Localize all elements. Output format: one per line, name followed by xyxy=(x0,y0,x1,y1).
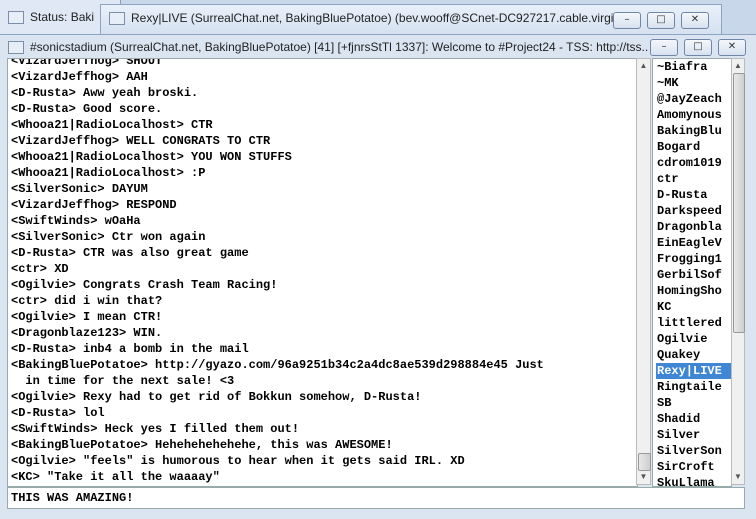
nick-list-items: ~Biafra ~MK @JayZeach Amomynous BakingBlu Bog… xyxy=(656,59,731,486)
nick-list-item[interactable]: Dragonbla xyxy=(656,219,731,235)
status-window-title: Status: Baki xyxy=(30,10,95,24)
chat-line: <VizardJeffhog> SHOUT xyxy=(11,58,163,68)
nick-list-item[interactable]: littlered xyxy=(656,315,731,331)
scroll-down-icon[interactable]: ▼ xyxy=(637,470,650,484)
nick-list-item[interactable]: ~MK xyxy=(656,75,731,91)
chat-scrollbar[interactable]: ▲ ▼ xyxy=(636,58,651,485)
chat-line: <SwiftWinds> wOaHa xyxy=(11,214,141,228)
nick-list-item[interactable]: BakingBlu xyxy=(656,123,731,139)
nick-list-item[interactable]: SilverSon xyxy=(656,443,731,459)
chat-line: <VizardJeffhog> WELL CONGRATS TO CTR xyxy=(11,134,271,148)
nick-list-item[interactable]: Ogilvie xyxy=(656,331,731,347)
nick-list-item[interactable]: EinEagleV xyxy=(656,235,731,251)
chat-line: <KC> "Take it all the waaaay" xyxy=(11,470,220,484)
nick-list-item[interactable]: HomingSho xyxy=(656,283,731,299)
maximize-button[interactable]: □ xyxy=(684,39,712,56)
nick-list-item[interactable]: Bogard xyxy=(656,139,731,155)
query-window[interactable]: Rexy|LIVE (SurrealChat.net, BakingBluePo… xyxy=(100,4,722,35)
chat-line: <D-Rusta> Good score. xyxy=(11,102,163,116)
chat-line: <BakingBluePotatoe> http://gyazo.com/96a… xyxy=(11,358,544,388)
scroll-up-icon[interactable]: ▲ xyxy=(637,59,650,73)
window-icon xyxy=(109,12,125,26)
nick-list-scrollbar[interactable]: ▲ ▼ xyxy=(731,58,745,485)
nick-list-item[interactable]: Shadid xyxy=(656,411,731,427)
chat-line: <Dragonblaze123> WIN. xyxy=(11,326,163,340)
nick-list-item[interactable]: SkuLlama xyxy=(656,475,731,486)
chat-line: <SilverSonic> Ctr won again xyxy=(11,230,206,244)
maximize-button[interactable]: □ xyxy=(647,12,675,29)
chat-line: <SilverSonic> DAYUM xyxy=(11,182,148,196)
chat-line: <BakingBluePotatoe> Hehehehehehehe, this… xyxy=(11,438,393,452)
chat-line: <Ogilvie> Congrats Crash Team Racing! xyxy=(11,278,278,292)
nick-list[interactable]: ~Biafra ~MK @JayZeach Amomynous BakingBlu Bog… xyxy=(652,58,732,487)
close-button[interactable]: ✕ xyxy=(718,39,746,56)
window-icon xyxy=(8,41,24,55)
nick-list-item[interactable]: GerbilSof xyxy=(656,267,731,283)
nick-list-item[interactable]: Amomynous xyxy=(656,107,731,123)
scroll-up-icon[interactable]: ▲ xyxy=(732,59,744,73)
nick-list-item[interactable]: Frogging1 xyxy=(656,251,731,267)
query-window-title: Rexy|LIVE (SurrealChat.net, BakingBluePo… xyxy=(131,11,631,25)
chat-line: <Whooa21|RadioLocalhost> YOU WON STUFFS xyxy=(11,150,292,164)
nick-list-item[interactable]: ~Biafra xyxy=(656,59,731,75)
chat-line: <ctr> XD xyxy=(11,262,69,276)
minimize-button[interactable]: – xyxy=(650,39,678,56)
nick-list-item[interactable]: KC xyxy=(656,299,731,315)
chat-lines: <VizardJeffhog> SHOUT <VizardJeffhog> AAH… xyxy=(11,58,631,485)
nick-list-item[interactable]: cdrom1019 xyxy=(656,155,731,171)
nick-list-item[interactable]: SB xyxy=(656,395,731,411)
chat-line: <Whooa21|RadioLocalhost> CTR xyxy=(11,118,213,132)
chat-line: <Ogilvie> "feels" is humorous to hear wh… xyxy=(11,454,465,468)
channel-window-title: #sonicstadium (SurrealChat.net, BakingBl… xyxy=(30,40,648,54)
nick-list-item[interactable]: Rexy|LIVE xyxy=(656,363,731,379)
scroll-thumb[interactable] xyxy=(733,73,745,333)
close-button[interactable]: ✕ xyxy=(681,12,709,29)
nick-list-item[interactable]: Ringtaile xyxy=(656,379,731,395)
chat-line: <SwiftWinds> Heck yes I filled them out! xyxy=(11,422,300,436)
nick-list-item[interactable]: @JayZeach xyxy=(656,91,731,107)
scroll-down-icon[interactable]: ▼ xyxy=(732,470,744,484)
nick-list-item[interactable]: Quakey xyxy=(656,347,731,363)
chat-line: <Ogilvie> Rexy had to get rid of Bokkun … xyxy=(11,390,422,404)
chat-line: <D-Rusta> Aww yeah broski. xyxy=(11,86,199,100)
chat-line: <VizardJeffhog> AAH xyxy=(11,70,148,84)
window-icon xyxy=(8,11,24,25)
nick-list-item[interactable]: D-Rusta xyxy=(656,187,731,203)
nick-list-item[interactable]: Silver xyxy=(656,427,731,443)
nick-list-item[interactable]: ctr xyxy=(656,171,731,187)
chat-line: <D-Rusta> lol xyxy=(11,406,105,420)
message-input[interactable]: THIS WAS AMAZING! xyxy=(7,487,745,509)
chat-log[interactable]: <VizardJeffhog> SHOUT <VizardJeffhog> AAH… xyxy=(7,58,638,487)
chat-line: <Ogilvie> I mean CTR! xyxy=(11,310,163,324)
chat-line: <ctr> did i win that? xyxy=(11,294,163,308)
minimize-button[interactable]: – xyxy=(613,12,641,29)
chat-line: <Whooa21|RadioLocalhost> :P xyxy=(11,166,206,180)
chat-line: <D-Rusta> inb4 a bomb in the mail xyxy=(11,342,249,356)
chat-line: <D-Rusta> CTR was also great game xyxy=(11,246,249,260)
scroll-thumb[interactable] xyxy=(638,453,651,471)
chat-line: <VizardJeffhog> RESPOND xyxy=(11,198,177,212)
channel-title-bar[interactable]: #sonicstadium (SurrealChat.net, BakingBl… xyxy=(0,35,756,59)
nick-list-item[interactable]: Darkspeed xyxy=(656,203,731,219)
nick-list-item[interactable]: SirCroft xyxy=(656,459,731,475)
